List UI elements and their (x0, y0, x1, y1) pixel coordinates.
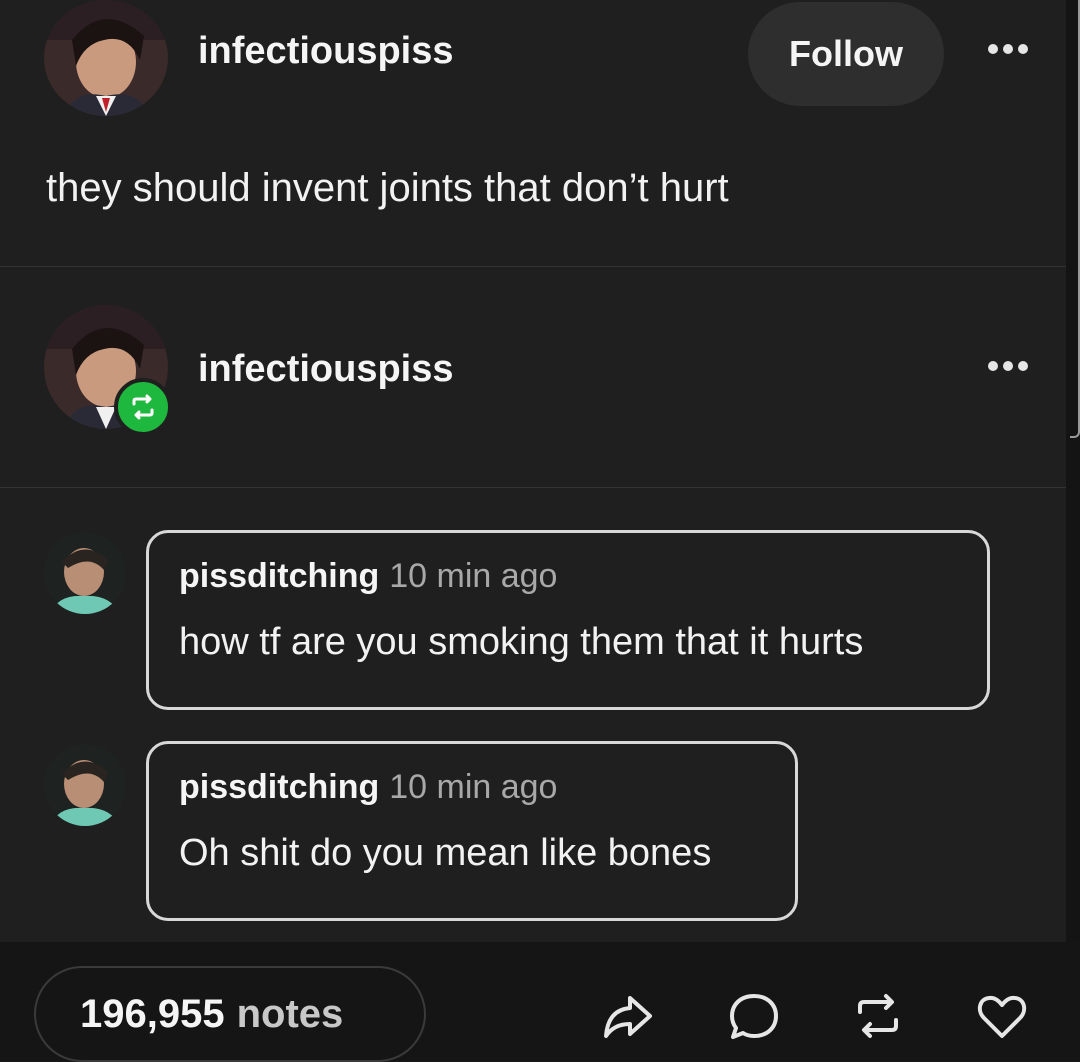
avatar[interactable] (44, 744, 126, 826)
reply-icon[interactable] (726, 988, 782, 1044)
reply-bubble[interactable]: pissditching 10 min ago Oh shit do you me… (146, 741, 798, 921)
reply-username[interactable]: pissditching (179, 768, 379, 806)
follow-button[interactable]: Follow (748, 2, 944, 106)
notes-count: 196,955 (80, 991, 225, 1036)
scrollbar-track[interactable] (1066, 0, 1080, 942)
ellipsis-icon[interactable] (988, 44, 1028, 54)
notes-button[interactable]: 196,955 notes (34, 966, 426, 1062)
like-icon[interactable] (974, 988, 1030, 1044)
reply-bubble[interactable]: pissditching 10 min ago how tf are you sm… (146, 530, 990, 710)
reply-header: pissditching 10 min ago (179, 768, 557, 807)
avatar[interactable] (44, 532, 126, 614)
reblog-icon[interactable] (850, 988, 906, 1044)
share-icon[interactable] (600, 988, 656, 1044)
reblog-badge (114, 378, 172, 436)
avatar-pissditching-image (44, 744, 126, 826)
avatar-infectiouspiss-image (44, 0, 168, 116)
reply-text: Oh shit do you mean like bones (179, 832, 712, 874)
avatar[interactable] (44, 0, 168, 116)
ellipsis-icon[interactable] (988, 361, 1028, 371)
avatar-pissditching-image (44, 532, 126, 614)
post-username[interactable]: infectiouspiss (198, 30, 454, 73)
reply-timestamp: 10 min ago (389, 768, 558, 806)
reply-header: pissditching 10 min ago (179, 557, 557, 596)
notes-label: notes (236, 991, 344, 1036)
scrollbar-thumb[interactable] (1070, 0, 1080, 438)
reblog-icon (132, 394, 154, 420)
post-body-text: they should invent joints that don’t hur… (46, 166, 729, 210)
reply-timestamp: 10 min ago (389, 557, 558, 595)
reply-username[interactable]: pissditching (179, 557, 379, 595)
reply-text: how tf are you smoking them that it hurt… (179, 621, 864, 663)
reblog-username[interactable]: infectiouspiss (198, 348, 454, 391)
